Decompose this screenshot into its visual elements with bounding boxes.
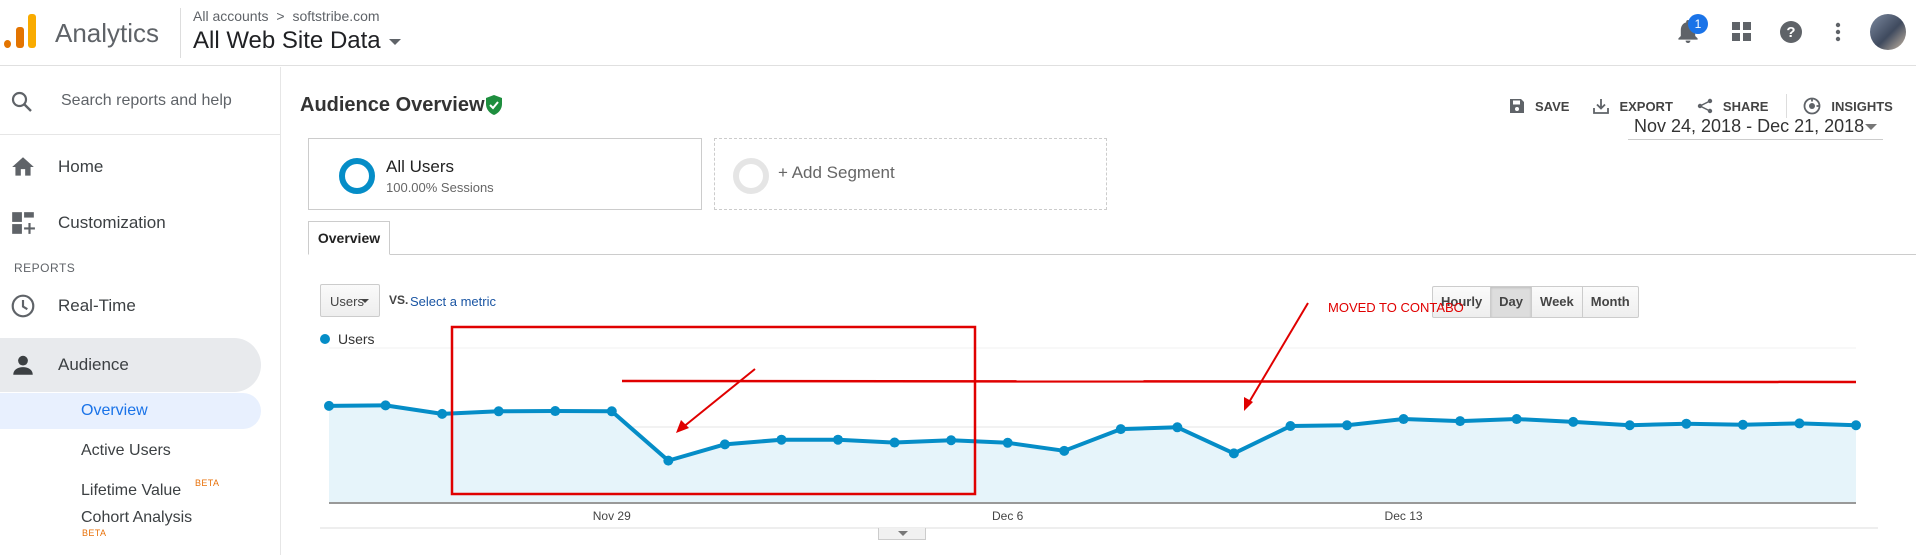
users-line-chart: 5,000Nov 29Dec 6Dec 13MOVED TO CONTABO	[320, 300, 1878, 529]
data-point	[1568, 416, 1579, 427]
data-point	[606, 406, 617, 417]
data-point	[1228, 448, 1239, 459]
data-point	[946, 435, 957, 446]
annotation-label: MOVED TO CONTABO	[1328, 300, 1464, 315]
data-point	[776, 434, 787, 445]
data-point	[1115, 424, 1126, 435]
data-point	[1794, 418, 1805, 429]
data-point	[889, 437, 900, 448]
x-tick-label: Dec 6	[992, 509, 1024, 523]
data-point	[719, 439, 730, 450]
annotation-baseline	[621, 379, 1857, 384]
data-point	[1624, 420, 1635, 431]
data-point	[324, 400, 334, 411]
data-point	[1002, 437, 1013, 448]
caret-down-icon	[898, 531, 908, 536]
series-area	[329, 405, 1856, 503]
annotation-arrow	[681, 368, 756, 429]
data-point	[1342, 420, 1352, 431]
chart-collapse-button[interactable]	[878, 528, 926, 540]
data-point	[550, 406, 561, 417]
data-point	[1737, 419, 1748, 430]
data-point	[1681, 418, 1692, 429]
x-tick-label: Nov 29	[593, 509, 631, 523]
data-point	[1455, 416, 1466, 427]
data-point	[493, 406, 504, 417]
data-point	[1851, 420, 1861, 431]
x-tick-label: Dec 13	[1385, 509, 1423, 523]
data-point	[1398, 414, 1409, 425]
data-point	[437, 408, 448, 419]
data-point	[1059, 445, 1070, 456]
data-point	[663, 455, 674, 466]
annotation-arrow	[1247, 302, 1309, 405]
data-point	[380, 400, 391, 411]
data-point	[833, 434, 843, 445]
data-point	[1511, 414, 1522, 425]
data-point	[1285, 421, 1296, 432]
data-point	[1172, 422, 1183, 433]
